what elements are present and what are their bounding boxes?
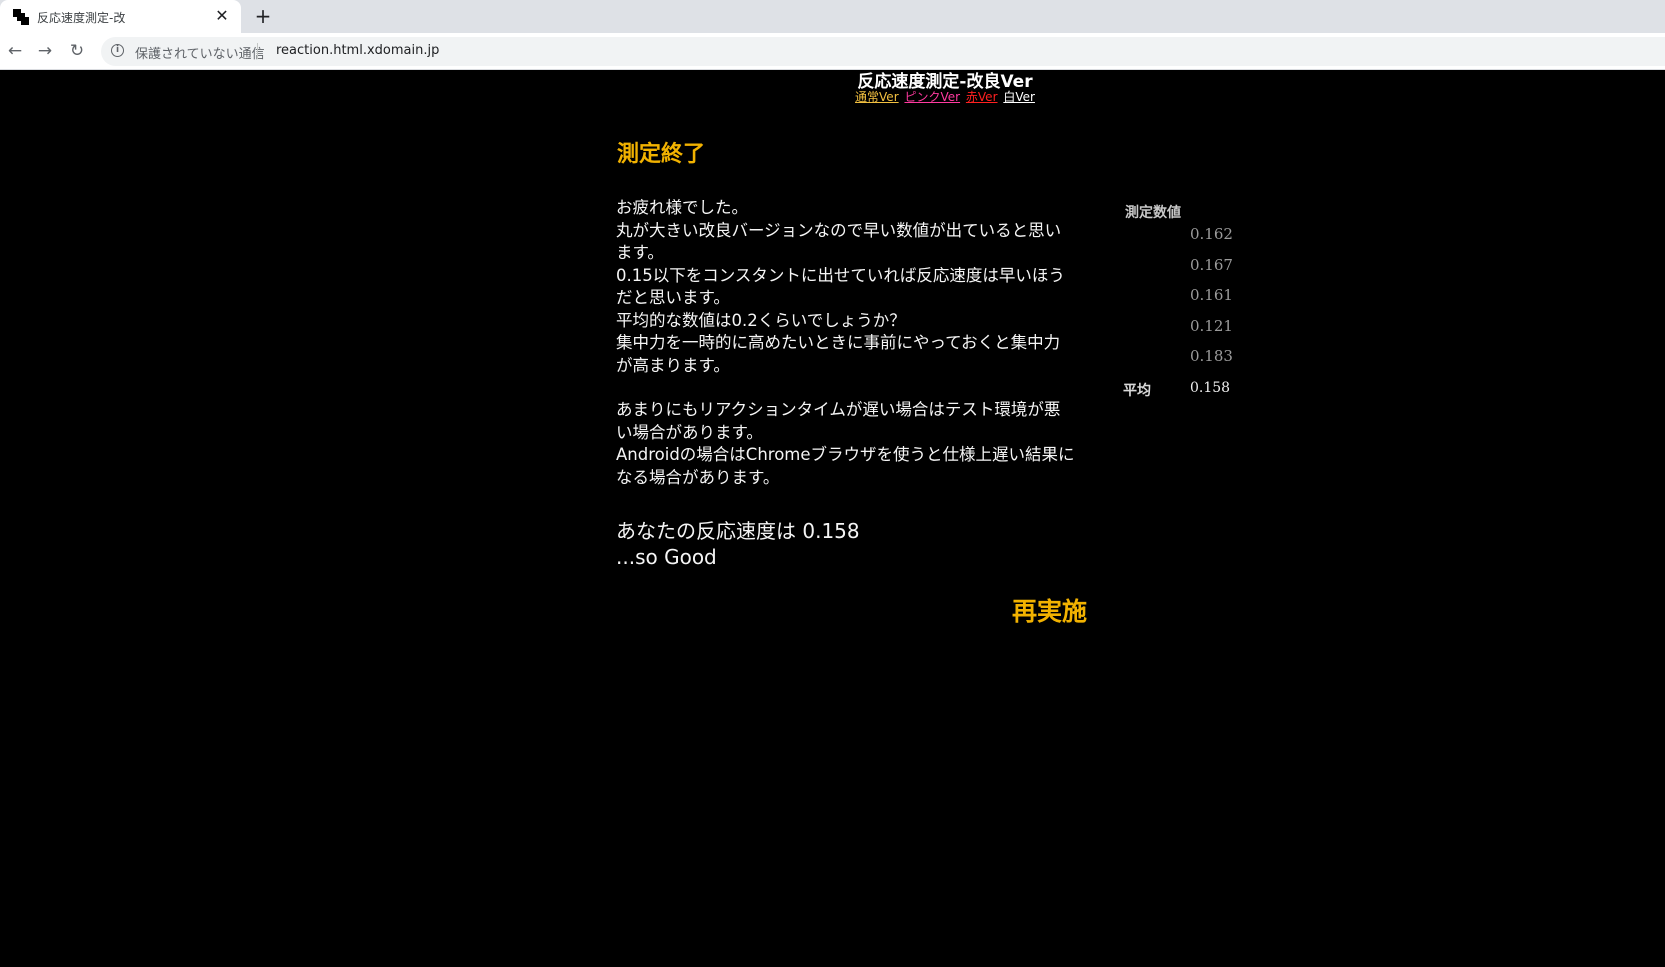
browser-toolbar: ← → ↻ i 保護されていない通信 reaction.html.xdomain… [0,33,1665,70]
message-line: あまりにもリアクションタイムが遅い場合はテスト環境が悪い場合があります。 [616,400,1061,442]
measured-value: 0.161 [1190,286,1233,304]
variant-link-normal[interactable]: 通常Ver [855,90,899,104]
result-block: あなたの反応速度は 0.158 ...so Good [616,518,860,570]
measured-value: 0.183 [1190,347,1233,365]
average-label: 平均 [1123,383,1151,399]
back-arrow-icon[interactable]: ← [4,40,26,62]
forward-arrow-icon[interactable]: → [34,40,56,62]
message-line: Androidの場合はChromeブラウザを使うと仕様上遅い結果になる場合があり… [616,445,1075,487]
new-tab-icon[interactable]: + [252,5,274,27]
reaction-result: あなたの反応速度は 0.158 [616,519,860,543]
message-line: 0.15以下をコンスタントに出せていれば反応速度は早いほうだと思います。 [616,265,1065,308]
variant-link-white[interactable]: 白Ver [1003,90,1035,104]
security-status[interactable]: 保護されていない通信 [135,43,265,62]
message-line: 丸が大きい改良バージョンなので早い数値が出ていると思います。 [616,220,1062,263]
browser-tab[interactable]: 反応速度測定-改 ✕ [0,0,241,33]
reload-icon[interactable]: ↻ [66,40,88,62]
close-tab-icon[interactable]: ✕ [212,6,232,26]
finished-heading: 測定終了 [617,142,706,167]
variant-link-pink[interactable]: ピンクVer [904,90,960,104]
average-value: 0.158 [1190,380,1231,396]
message-line: 集中力を一時的に高めたいときに事前にやっておくと集中力が高まります。 [616,333,1061,375]
variant-links: 通常Ver ピンクVer 赤Ver 白Ver [0,88,1665,105]
measured-values-list: 0.162 0.167 0.161 0.121 0.183 [1190,224,1233,377]
tab-strip: 反応速度測定-改 ✕ + [0,0,1665,33]
measured-value: 0.167 [1190,255,1233,274]
omnibox-divider [257,43,258,59]
url-text[interactable]: reaction.html.xdomain.jp [276,43,439,58]
message-text: お疲れ様でした。 丸が大きい改良バージョンなので早い数値が出ていると思います。 … [616,197,1076,489]
message-line: お疲れ様でした。 [616,198,748,217]
retry-button[interactable]: 再実施 [1012,592,1087,628]
measured-value: 0.121 [1190,316,1233,335]
info-icon[interactable]: i [111,44,124,57]
tab-title: 反応速度測定-改 [37,11,126,25]
values-heading: 測定数値 [1125,205,1181,221]
measured-value: 0.162 [1190,225,1233,243]
variant-link-red[interactable]: 赤Ver [966,90,998,104]
reaction-rating: ...so Good [616,545,717,569]
address-bar[interactable]: i 保護されていない通信 reaction.html.xdomain.jp [101,37,1665,66]
checker-favicon-icon [13,9,29,25]
message-line: 平均的な数値は0.2くらいでしょうか？ [616,310,906,330]
